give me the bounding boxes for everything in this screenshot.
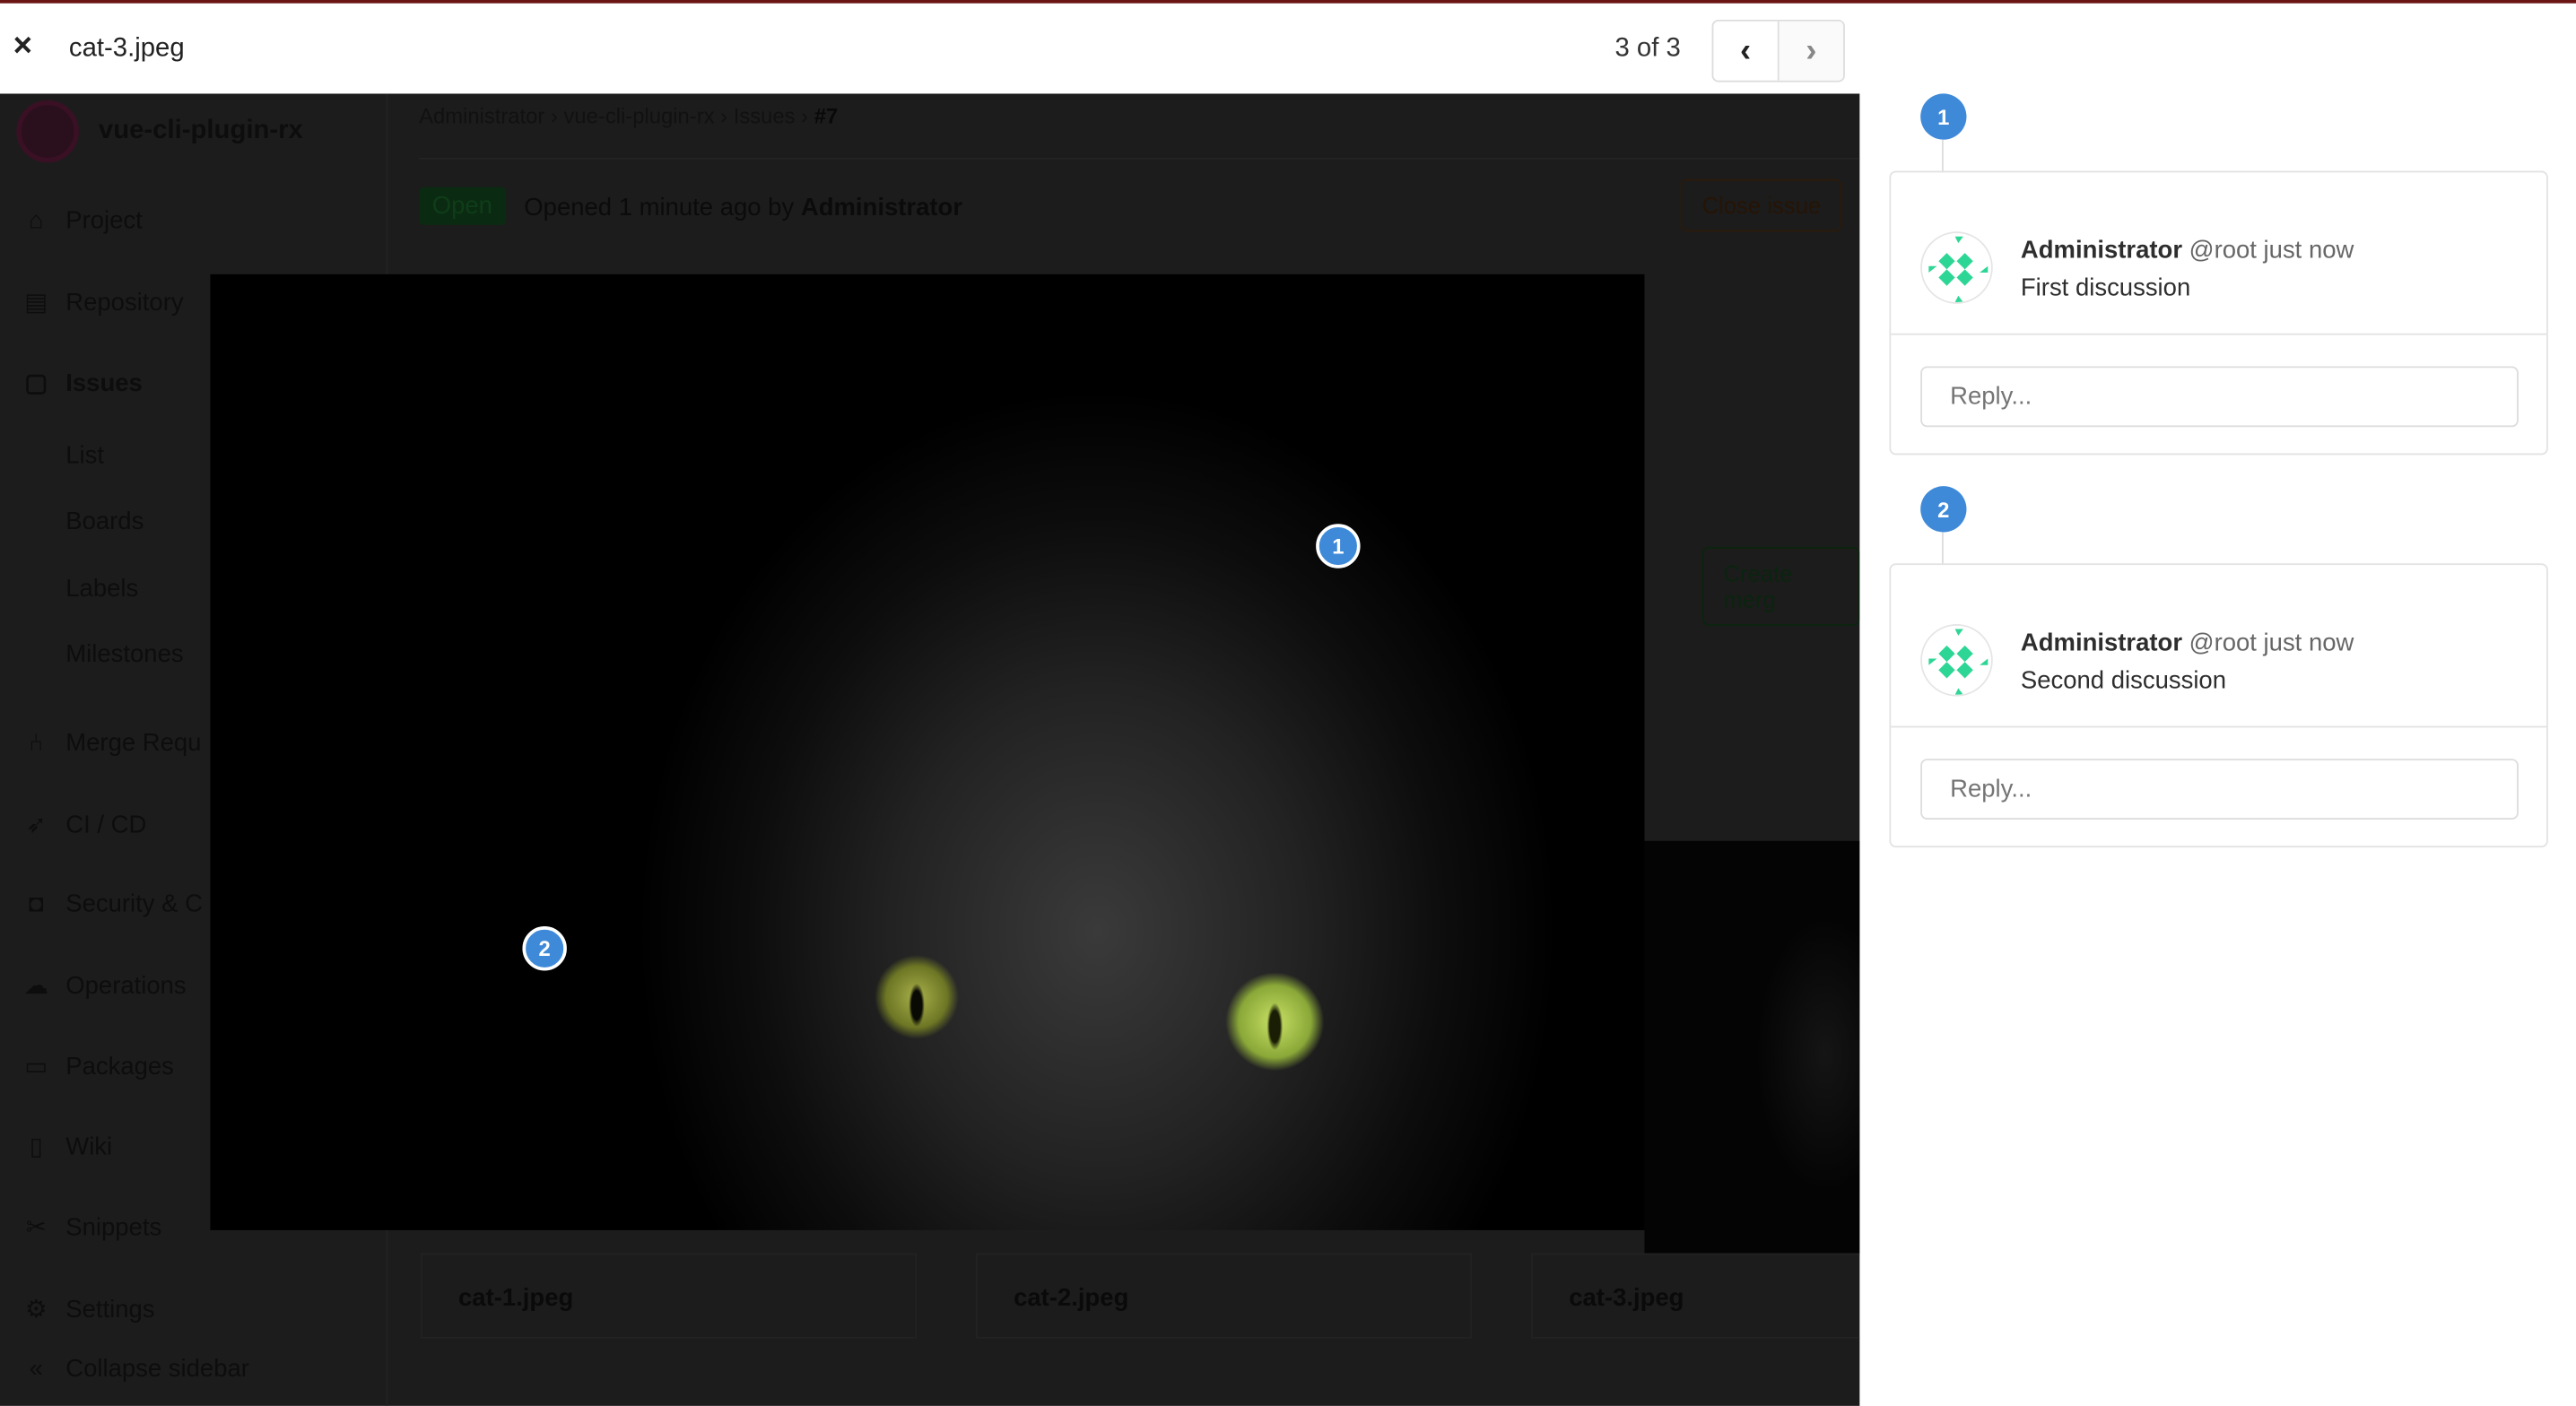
avatar[interactable] [1920, 231, 1993, 304]
nav-label: Security & C [65, 890, 203, 918]
divider [419, 157, 1860, 160]
sidebar-item-merge-requests[interactable]: ⑃ Merge Requ [23, 729, 202, 758]
nav-label: Settings [65, 1295, 155, 1324]
note-meta: Administrator @root just now [2021, 629, 2354, 657]
note-body: Second discussion [2020, 666, 2227, 695]
nav-label: Operations [65, 971, 187, 1000]
sidebar-item-snippets[interactable]: ✂ Snippets [23, 1212, 162, 1242]
sidebar-item-ci-cd[interactable]: ➶ CI / CD [23, 810, 147, 839]
note-meta: Administrator @root just now [2021, 237, 2354, 265]
note-time: just now [2263, 629, 2354, 657]
connector [1941, 139, 1944, 173]
image-marker-2[interactable]: 2 [522, 926, 567, 971]
sidebar-item-wiki[interactable]: ▯ Wiki [23, 1132, 113, 1161]
doc-icon: ▤ [24, 289, 48, 317]
rocket-icon: ➶ [25, 811, 47, 839]
nav-label: Issues [65, 369, 143, 397]
reply-input[interactable] [1920, 759, 2519, 820]
shield-icon: ◘ [28, 890, 44, 918]
sidebar-item-security[interactable]: ◘ Security & C [23, 890, 203, 918]
issue-meta: Opened 1 minute ago by Administrator [524, 194, 962, 221]
note-handle: @root [2189, 629, 2257, 657]
create-merge-request-button[interactable]: Create merg [1701, 546, 1860, 626]
close-issue-button[interactable]: Close issue [1680, 178, 1842, 232]
scissors-icon: ✂ [25, 1213, 47, 1242]
sidebar-item-operations[interactable]: ☁ Operations [23, 970, 187, 1000]
sidebar-item-settings[interactable]: ⚙ Settings [23, 1294, 155, 1324]
project-header[interactable]: vue-cli-plugin-rx [16, 100, 303, 163]
note-time: just now [2263, 236, 2354, 265]
connector [1941, 532, 1944, 566]
nav-label: Project [65, 206, 143, 235]
close-icon[interactable]: × [13, 28, 32, 65]
breadcrumb: Administrator › vue-cli-plugin-rx › Issu… [419, 103, 839, 128]
chevron-left-icon: ‹ [1739, 31, 1752, 69]
avatar[interactable] [1920, 624, 1993, 697]
reply-input[interactable] [1920, 366, 2519, 428]
sidebar-sub-boards[interactable]: Boards [65, 508, 144, 535]
viewer-header: × cat-3.jpeg 3 of 3 ‹ › [0, 0, 2576, 94]
discussion-badge-1[interactable]: 1 [1920, 93, 1967, 140]
gear-icon: ⚙ [24, 1296, 48, 1324]
chevron-right-icon: › [1806, 31, 1817, 69]
home-icon: ⌂ [28, 206, 44, 235]
project-name: vue-cli-plugin-rx [98, 117, 303, 145]
issues-icon: ▢ [24, 369, 48, 398]
file-card[interactable]: cat-2.jpeg [975, 1253, 1473, 1339]
previous-button[interactable]: ‹ [1713, 21, 1780, 81]
nav-label: Snippets [65, 1212, 162, 1241]
breadcrumb-item[interactable]: vue-cli-plugin-rx [564, 103, 715, 127]
sidebar-item-issues[interactable]: ▢ Issues [23, 368, 143, 397]
note-author[interactable]: Administrator [2021, 237, 2182, 265]
previous-image-edge [1644, 840, 1860, 1254]
sidebar-item-packages[interactable]: ▭ Packages [23, 1051, 174, 1081]
file-name: cat-3.jpeg [68, 34, 185, 63]
discussion-thread: Administrator @root just now Second disc… [1889, 563, 2548, 848]
cat-image[interactable] [210, 273, 1645, 1230]
note-handle: @root [2189, 236, 2257, 265]
status-badge: Open [419, 187, 506, 225]
pager: ‹ › [1711, 19, 1845, 82]
note-body: First discussion [2020, 273, 2191, 303]
sidebar-sub-list[interactable]: List [65, 442, 104, 470]
nav-label: Repository [65, 288, 184, 317]
nav-label: Wiki [65, 1132, 113, 1161]
discussion-thread: Administrator @root just now First discu… [1889, 170, 2548, 456]
double-chevron-left-icon: « [29, 1355, 43, 1384]
file-card[interactable]: cat-3.jpeg [1531, 1253, 1860, 1339]
issue-author[interactable]: Administrator [801, 194, 962, 221]
note: Administrator @root just now First discu… [1891, 172, 2547, 335]
nav-label: Merge Requ [65, 729, 202, 758]
note-author[interactable]: Administrator [2021, 629, 2182, 657]
package-icon: ▭ [24, 1053, 48, 1081]
collapse-sidebar-button[interactable]: « Collapse sidebar [23, 1355, 249, 1383]
book-icon: ▯ [29, 1133, 43, 1161]
project-logo [16, 100, 79, 163]
sidebar-item-project[interactable]: ⌂ Project [23, 207, 143, 235]
collapse-label: Collapse sidebar [65, 1355, 249, 1384]
opened-text: Opened 1 minute ago by [524, 194, 795, 222]
discussion-panel: 1 Administrator @root just now First dis… [1859, 93, 2576, 1406]
discussion-badge-2[interactable]: 2 [1920, 486, 1967, 533]
merge-icon: ⑃ [29, 729, 44, 758]
sidebar-sub-labels[interactable]: Labels [65, 575, 138, 603]
image-marker-1[interactable]: 1 [1316, 524, 1361, 568]
breadcrumb-item[interactable]: #7 [814, 103, 839, 127]
note: Administrator @root just now Second disc… [1891, 565, 2547, 728]
breadcrumb-item[interactable]: Issues [734, 103, 796, 127]
sidebar-sub-milestones[interactable]: Milestones [65, 640, 183, 668]
cloud-gear-icon: ☁ [23, 972, 49, 1001]
breadcrumb-item[interactable]: Administrator [419, 103, 544, 127]
nav-label: CI / CD [65, 810, 147, 839]
file-card[interactable]: cat-1.jpeg [420, 1253, 918, 1339]
nav-label: Packages [65, 1052, 174, 1081]
next-button[interactable]: › [1779, 21, 1844, 81]
sidebar-item-repository[interactable]: ▤ Repository [23, 288, 184, 317]
image-counter: 3 of 3 [1614, 34, 1681, 63]
